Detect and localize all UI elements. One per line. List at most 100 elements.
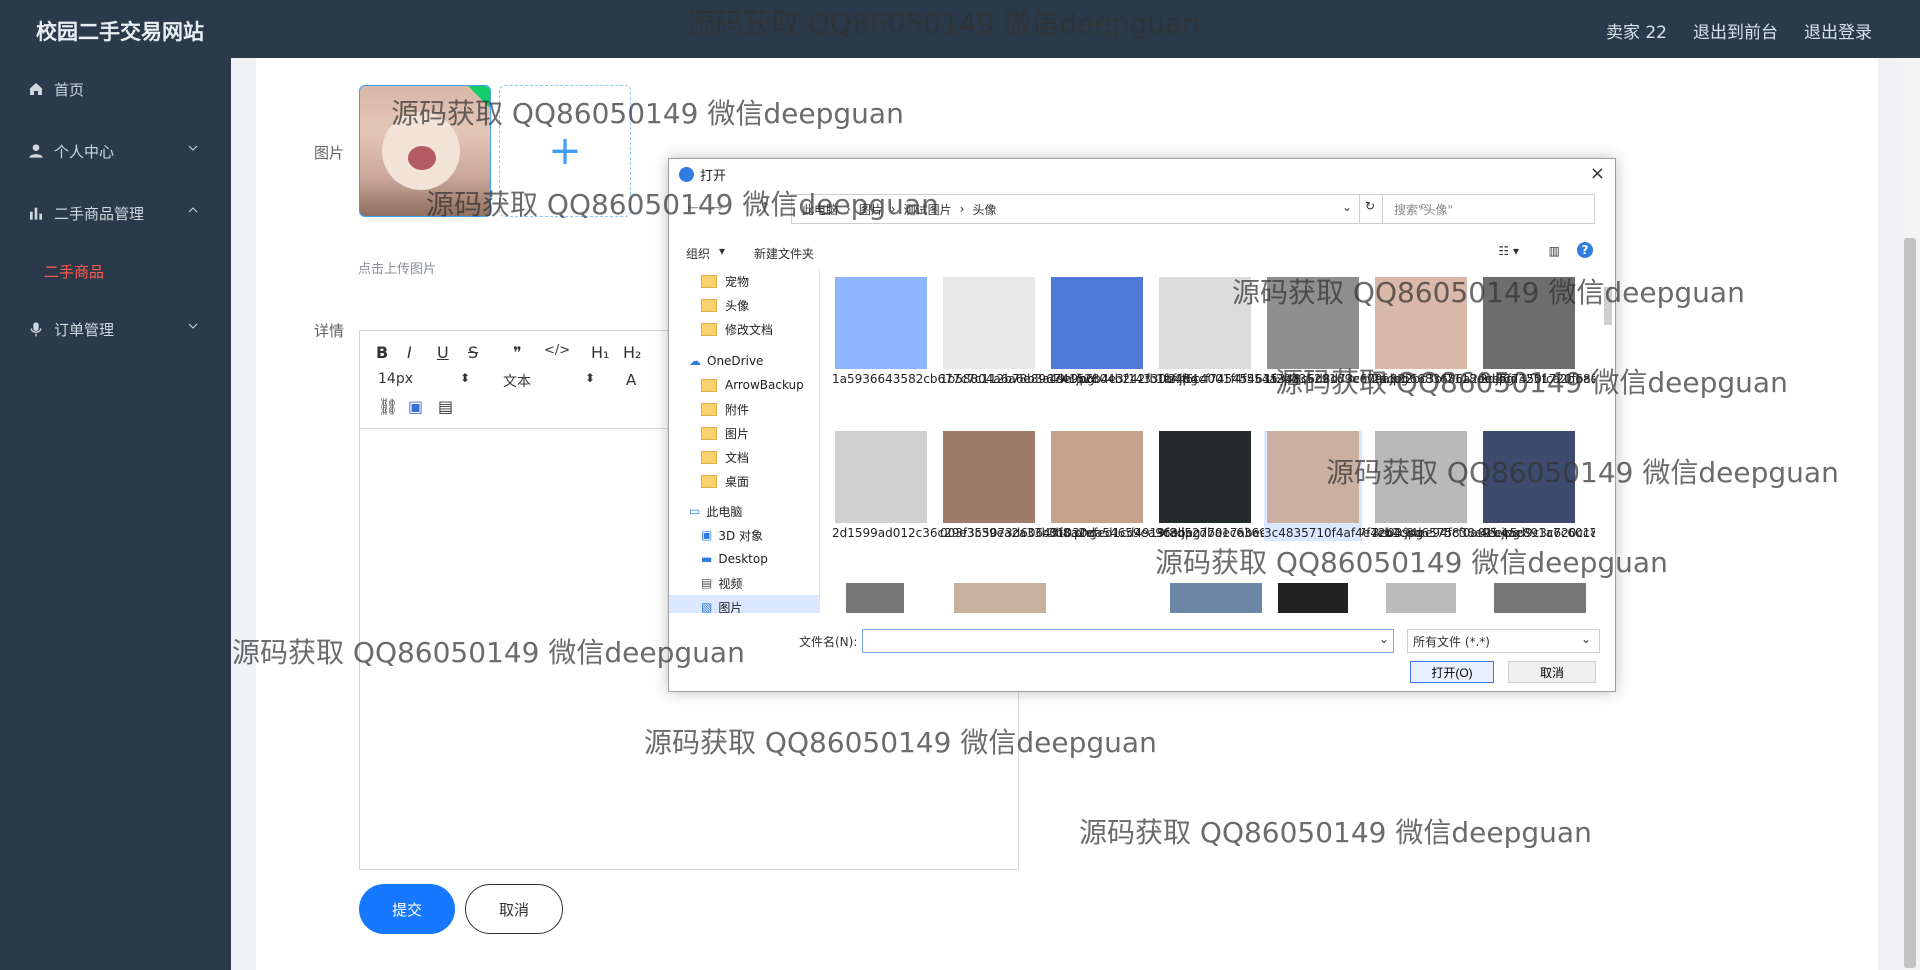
chart-icon xyxy=(30,207,42,220)
folder-icon xyxy=(701,426,717,440)
page-scrollbar[interactable] xyxy=(1900,58,1920,970)
desktop-icon: ▬ xyxy=(701,552,713,566)
font-size-select[interactable]: 14px xyxy=(378,371,413,387)
tree-label: 附件 xyxy=(725,402,750,417)
tree-item-3d-objects[interactable]: ▣ 3D 对象 xyxy=(669,523,819,547)
file-item[interactable]: 1a5936643582cb677c7c112b78b3a49a.jpg xyxy=(832,277,1095,387)
sidebar-item-personal-center[interactable]: 个人中心 xyxy=(0,120,231,182)
breadcrumb-separator: › xyxy=(959,202,965,216)
file-thumbnail-partial[interactable] xyxy=(1494,583,1586,613)
sidebar-item-goods-management[interactable]: 二手商品管理 xyxy=(0,182,231,244)
chevron-down-icon xyxy=(188,323,198,329)
navigation-tree: 宠物 头像 修改文档 ☁ OneDrive ArrowBackup 附件 图片 文… xyxy=(669,269,820,613)
file-item[interactable]: 1de9b6b4e3f14330b4f6c4001f4f554a.jpg xyxy=(1048,277,1299,387)
text-style-select[interactable]: 文本 xyxy=(503,371,531,391)
top-nav: 卖家 22 退出到前台 退出登录 xyxy=(1606,18,1872,43)
tree-label: 图片 xyxy=(718,600,743,614)
code-icon[interactable]: </> xyxy=(544,343,570,358)
open-file-button[interactable]: 打开(O) xyxy=(1410,661,1494,683)
tree-item-attachments[interactable]: 附件 xyxy=(669,397,819,421)
tree-item-edit-docs[interactable]: 修改文档 xyxy=(669,317,819,341)
link-icon[interactable]: ⛓ xyxy=(378,397,398,416)
bold-button[interactable]: B xyxy=(376,343,388,362)
exit-to-front-link[interactable]: 退出到前台 xyxy=(1693,18,1778,43)
search-icon: ⌕ xyxy=(1419,199,1427,214)
watermark-text: 源码获取 QQ86050149 微信deepguan xyxy=(1275,366,1788,399)
file-thumbnail xyxy=(835,431,927,523)
file-thumbnail-partial[interactable] xyxy=(1170,583,1262,613)
tree-item-this-pc[interactable]: ▭ 此电脑 xyxy=(669,499,819,523)
video-icon[interactable]: ▤ xyxy=(438,397,453,416)
chevron-down-icon[interactable]: ⌄ xyxy=(1342,200,1352,214)
image-icon[interactable]: ▣ xyxy=(408,397,423,416)
file-thumbnail xyxy=(1051,277,1143,369)
filename-dropdown-icon[interactable]: ⌄ xyxy=(1379,632,1389,646)
file-thumbnail-partial[interactable] xyxy=(1386,583,1456,613)
strikethrough-button[interactable]: S xyxy=(468,343,478,362)
italic-button[interactable]: I xyxy=(407,343,412,362)
site-title: 校园二手交易网站 xyxy=(36,20,204,44)
sidebar-item-home[interactable]: 首页 xyxy=(0,58,231,120)
tree-item-desktop-folder[interactable]: 桌面 xyxy=(669,469,819,493)
font-color-icon[interactable]: A xyxy=(626,371,636,389)
sidebar-item-used-goods[interactable]: 二手商品 xyxy=(0,244,231,298)
heading-2-button[interactable]: H₂ xyxy=(623,343,641,362)
watermark-text: 源码获取 QQ86050149 微信deepguan xyxy=(687,7,1200,40)
underline-button[interactable]: U xyxy=(437,343,449,362)
tree-item-onedrive[interactable]: ☁ OneDrive xyxy=(669,349,819,373)
file-thumbnail-partial[interactable] xyxy=(846,583,904,613)
tree-label: 图片 xyxy=(725,426,750,441)
tree-label: 头像 xyxy=(725,298,750,313)
tree-item-pets[interactable]: 宠物 xyxy=(669,269,819,293)
tree-item-avatar[interactable]: 头像 xyxy=(669,293,819,317)
video-folder-icon: ▤ xyxy=(701,576,713,590)
file-item[interactable]: 2d1599ad012c36c29e355073d60643f8.png xyxy=(832,431,1097,541)
tree-label: Desktop xyxy=(718,552,768,566)
tree-label: 桌面 xyxy=(725,474,750,489)
cancel-button[interactable]: 取消 xyxy=(465,884,563,934)
tree-label: 宠物 xyxy=(725,274,750,289)
image-label: 图片 xyxy=(314,144,345,162)
tree-item-pictures[interactable]: 图片 xyxy=(669,421,819,445)
quote-icon[interactable]: ❞ xyxy=(513,343,522,362)
tree-item-documents[interactable]: 文档 xyxy=(669,445,819,469)
file-item[interactable]: 1b58804a6a6e89674152804b242fb1af.jpg xyxy=(940,277,1198,387)
watermark-text: 源码获取 QQ86050149 微信deepguan xyxy=(644,726,1157,759)
watermark-text: 源码获取 QQ86050149 微信deepguan xyxy=(1155,546,1668,579)
view-mode-icon[interactable]: ☷ ▾ xyxy=(1498,244,1519,258)
watermark-text: 源码获取 QQ86050149 微信deepguan xyxy=(232,636,745,669)
font-size-select-arrow[interactable]: ⬍ xyxy=(460,371,470,385)
folder-icon xyxy=(701,402,717,416)
tree-item-this-pc-pictures[interactable]: ▧ 图片 xyxy=(669,595,819,613)
file-search-input[interactable]: 搜索"头像" xyxy=(1359,194,1595,224)
organize-button[interactable]: 组织 xyxy=(686,245,710,262)
submit-button[interactable]: 提交 xyxy=(359,884,455,934)
breadcrumb-part[interactable]: 头像 xyxy=(972,201,996,218)
filename-input[interactable] xyxy=(862,629,1394,653)
cat-mouth-image xyxy=(408,146,436,170)
file-thumbnail-partial[interactable] xyxy=(1278,583,1348,613)
tree-item-arrowbackup[interactable]: ArrowBackup xyxy=(669,373,819,397)
page-scroll-thumb[interactable] xyxy=(1904,238,1916,968)
close-icon[interactable]: × xyxy=(1590,163,1605,184)
preview-pane-icon[interactable]: ▥ xyxy=(1549,244,1560,258)
tree-item-desktop[interactable]: ▬ Desktop xyxy=(669,547,819,571)
tree-label: 文档 xyxy=(725,450,750,465)
help-icon[interactable]: ? xyxy=(1577,242,1593,258)
text-style-select-arrow[interactable]: ⬍ xyxy=(585,371,595,385)
file-type-dropdown-icon[interactable]: ⌄ xyxy=(1581,632,1591,646)
sidebar-item-label: 二手商品管理 xyxy=(54,204,145,223)
cancel-dialog-button[interactable]: 取消 xyxy=(1508,661,1596,683)
file-item[interactable]: 3c3becdba1c63695026924837127f42b4.jpg xyxy=(1156,431,1423,541)
file-type-select[interactable]: 所有文件 (*.*) xyxy=(1407,629,1600,653)
heading-1-button[interactable]: H₁ xyxy=(591,343,609,362)
file-item[interactable]: 3b8a2efed1cd4919f8d52770e7abec1c.jpg xyxy=(1048,431,1303,541)
watermark-text: 源码获取 QQ86050149 微信deepguan xyxy=(1232,276,1745,309)
file-thumbnail xyxy=(1051,431,1143,523)
file-thumbnail-partial[interactable] xyxy=(954,583,1046,613)
logout-link[interactable]: 退出登录 xyxy=(1804,18,1872,43)
file-item[interactable]: 003f3c39ea2a33b01030da54659ea96e.jpg xyxy=(940,431,1200,541)
new-folder-button[interactable]: 新建文件夹 xyxy=(754,245,814,262)
sidebar-item-orders[interactable]: 订单管理 xyxy=(0,298,231,360)
tree-item-videos[interactable]: ▤ 视频 xyxy=(669,571,819,595)
